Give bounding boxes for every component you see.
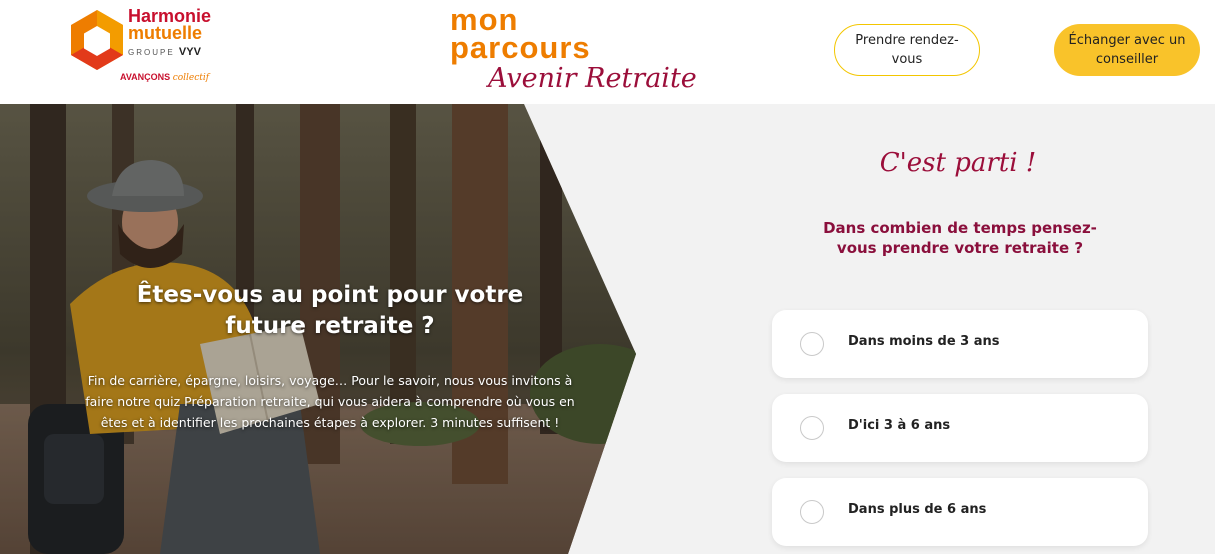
logo-line-2: mutuelle bbox=[128, 23, 203, 43]
radio-button-icon[interactable] bbox=[800, 416, 824, 440]
quiz-option-more-than-6-years[interactable]: Dans plus de 6 ans bbox=[772, 478, 1148, 546]
logo-group-name: VYV bbox=[178, 46, 201, 58]
logo-tagline: AVANÇONS collectif bbox=[120, 72, 209, 83]
mon-parcours-logo[interactable]: mon parcours Avenir Retraite bbox=[450, 4, 697, 102]
hero-section: Êtes-vous au point pour votre future ret… bbox=[0, 104, 1215, 554]
radio-button-icon[interactable] bbox=[800, 500, 824, 524]
quiz-question: Dans combien de temps pensez-vous prendr… bbox=[823, 219, 1097, 257]
site-header: Harmonie mutuelle GROUPE VYV AVANÇONS co… bbox=[0, 0, 1215, 104]
book-appointment-button[interactable]: Prendre rendez-vous bbox=[834, 24, 980, 76]
harmonie-mutuelle-logo[interactable]: Harmonie mutuelle GROUPE VYV AVANÇONS co… bbox=[64, 6, 234, 94]
quiz-option-label: Dans moins de 3 ans bbox=[848, 334, 1000, 349]
logo-text: Harmonie mutuelle GROUPE VYV bbox=[128, 7, 211, 58]
hero-title: Êtes-vous au point pour votre future ret… bbox=[136, 282, 524, 339]
quiz-option-label: Dans plus de 6 ans bbox=[848, 502, 987, 517]
radio-button-icon[interactable] bbox=[800, 332, 824, 356]
brand-word-avenir-retraite: Avenir Retraite bbox=[488, 63, 697, 94]
quiz-option-3-to-6-years[interactable]: D'ici 3 à 6 ans bbox=[772, 394, 1148, 462]
logo-group-prefix: GROUPE bbox=[128, 48, 175, 57]
hexagon-logo-icon bbox=[71, 10, 123, 70]
quiz-kicker: C'est parti ! bbox=[879, 148, 1037, 178]
talk-to-advisor-button[interactable]: Échanger avec un conseiller bbox=[1054, 24, 1200, 76]
brand-word-parcours: parcours bbox=[450, 30, 591, 65]
logo-group: GROUPE VYV bbox=[128, 46, 211, 58]
hero-description: Fin de carrière, épargne, loisirs, voyag… bbox=[85, 373, 575, 430]
logo-tagline-main: AVANÇONS bbox=[120, 72, 171, 82]
quiz-option-label: D'ici 3 à 6 ans bbox=[848, 418, 951, 433]
quiz-options: Dans moins de 3 ans D'ici 3 à 6 ans Dans… bbox=[772, 310, 1148, 554]
quiz-option-less-than-3-years[interactable]: Dans moins de 3 ans bbox=[772, 310, 1148, 378]
logo-tagline-script: collectif bbox=[172, 73, 210, 83]
